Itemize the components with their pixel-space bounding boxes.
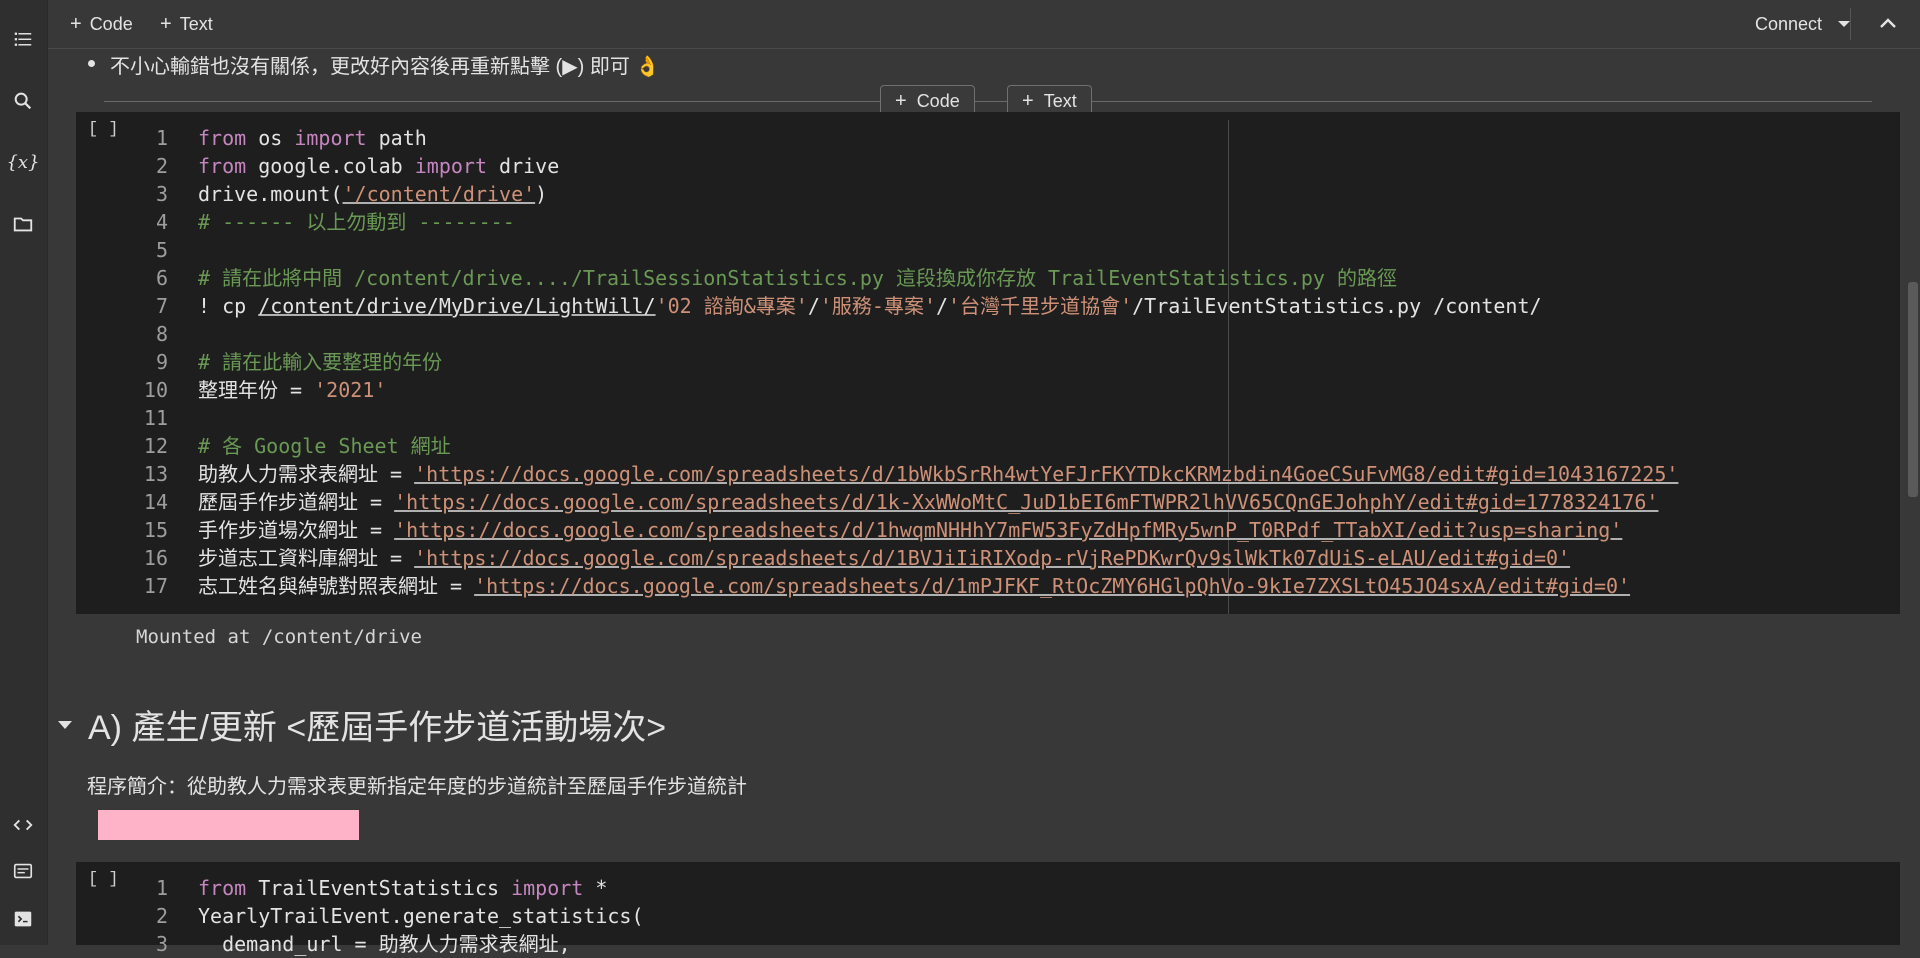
line-number: 14 — [143, 490, 168, 514]
chevron-down-icon[interactable] — [1838, 21, 1850, 27]
code-line: # 請在此輸入要整理的年份 — [198, 350, 443, 374]
code-line: # ------ 以上勿動到 -------- — [198, 210, 515, 234]
insert-code-label: Code — [916, 90, 960, 111]
collapse-section-icon[interactable] — [58, 720, 72, 729]
line-number: 7 — [155, 294, 168, 318]
line-number: 1 — [155, 876, 168, 900]
highlight-banner — [98, 810, 359, 840]
code-line: 手作步道場次網址 = 'https://docs.google.com/spre… — [198, 518, 1623, 542]
connect-button[interactable]: Connect — [1755, 10, 1850, 38]
line-number: 10 — [143, 378, 168, 402]
run-cell-button[interactable]: [ ] — [88, 870, 119, 889]
plus-icon: + — [895, 89, 907, 112]
line-number: 3 — [155, 932, 168, 956]
code-snippets-icon[interactable] — [8, 810, 38, 840]
url-link[interactable]: 'https://docs.google.com/spreadsheets/d/… — [394, 518, 1622, 542]
line-number: 4 — [155, 210, 168, 234]
code-line: from os import path — [198, 126, 427, 150]
line-number: 13 — [143, 462, 168, 486]
section-heading: A) 產生/更新 <歷屆手作步道活動場次> — [58, 700, 666, 749]
line-number: 2 — [155, 154, 168, 178]
code-line: 志工姓名與綽號對照表網址 = 'https://docs.google.com/… — [198, 574, 1631, 598]
code-line: demand_url = 助教人力需求表網址, — [198, 932, 571, 956]
code-line: from TrailEventStatistics import * — [198, 876, 608, 900]
insert-text-label: Text — [1043, 90, 1077, 111]
collapse-header-icon[interactable] — [1876, 12, 1900, 36]
run-cell-button[interactable]: [ ] — [88, 120, 119, 139]
search-icon[interactable] — [8, 86, 38, 116]
code-line: # 各 Google Sheet 網址 — [198, 434, 451, 458]
line-number: 1 — [155, 126, 168, 150]
url-link[interactable]: 'https://docs.google.com/spreadsheets/d/… — [414, 546, 1570, 570]
code-cell[interactable]: [ ] 1 2 3 from TrailEventStatistics impo… — [76, 862, 1900, 956]
left-sidebar: {x} — [0, 0, 48, 945]
terminal-icon[interactable] — [8, 904, 38, 934]
command-palette-icon[interactable] — [8, 856, 38, 886]
code-line: from google.colab import drive — [198, 154, 560, 178]
code-line: drive.mount('/content/drive') — [198, 182, 548, 206]
section-title: A) 產生/更新 <歷屆手作步道活動場次> — [88, 709, 667, 747]
code-line: 步道志工資料庫網址 = 'https://docs.google.com/spr… — [198, 546, 1571, 570]
add-code-cell-button[interactable]: + Code — [70, 10, 133, 38]
line-number: 2 — [155, 904, 168, 928]
code-cell[interactable]: [ ] 1 2 3 4 5 6 7 8 9 10 11 12 13 14 15 … — [76, 112, 1900, 614]
url-link[interactable]: 'https://docs.google.com/spreadsheets/d/… — [414, 462, 1678, 486]
connect-label: Connect — [1754, 13, 1822, 34]
code-line: 助教人力需求表網址 = 'https://docs.google.com/spr… — [198, 462, 1679, 486]
add-text-label: Text — [179, 13, 213, 34]
instruction-bullet: 不小心輸錯也沒有關係，更改好內容後再重新點擊 (▶) 即可 👌 — [87, 50, 660, 79]
scrollbar-thumb[interactable] — [1908, 282, 1918, 497]
variables-icon[interactable]: {x} — [6, 147, 40, 177]
line-number: 8 — [155, 322, 168, 346]
url-link[interactable]: 'https://docs.google.com/spreadsheets/d/… — [394, 490, 1658, 514]
code-line: # 請在此將中間 /content/drive..../TrailSession… — [198, 266, 1397, 290]
code-line: 整理年份 = '2021' — [198, 378, 387, 402]
toc-icon[interactable] — [8, 24, 38, 54]
line-number: 6 — [155, 266, 168, 290]
plus-icon: + — [70, 12, 82, 35]
code-line: 歷屆手作步道網址 = 'https://docs.google.com/spre… — [198, 490, 1659, 514]
line-number: 12 — [143, 434, 168, 458]
cell-divider — [104, 101, 1872, 102]
add-code-label: Code — [89, 13, 133, 34]
code-line: YearlyTrailEvent.generate_statistics( — [198, 904, 644, 928]
add-text-cell-button[interactable]: + Text — [160, 10, 213, 38]
line-number: 16 — [143, 546, 168, 570]
variables-label: {x} — [6, 151, 40, 173]
section-description: 程序簡介：從助教人力需求表更新指定年度的步道統計至歷屆手作步道統計 — [87, 776, 747, 798]
url-link[interactable]: 'https://docs.google.com/spreadsheets/d/… — [474, 574, 1630, 598]
line-number: 17 — [143, 574, 168, 598]
line-number: 5 — [155, 238, 168, 262]
line-number: 9 — [155, 350, 168, 374]
code-line: ! cp /content/drive/MyDrive/LightWill/'0… — [198, 294, 1542, 318]
toolbar-divider — [1850, 8, 1851, 40]
cell-output: Mounted at /content/drive — [136, 626, 422, 648]
plus-icon: + — [160, 12, 172, 35]
line-number: 15 — [143, 518, 168, 542]
notebook-toolbar: + Code + Text Connect — [48, 0, 1920, 49]
folder-icon[interactable] — [8, 209, 38, 239]
plus-icon: + — [1022, 89, 1034, 112]
line-number: 3 — [155, 182, 168, 206]
line-number: 11 — [143, 406, 168, 430]
